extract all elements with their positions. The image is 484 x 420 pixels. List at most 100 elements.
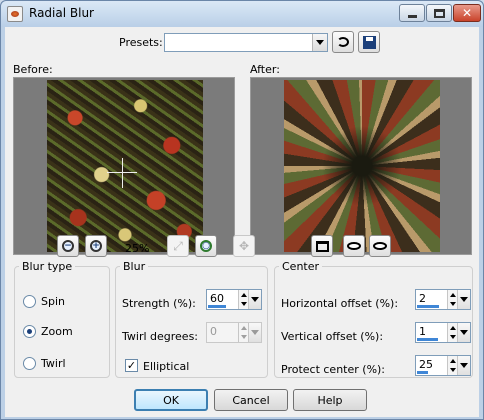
window-overlay-icon — [315, 240, 329, 252]
horizontal-offset-stepper[interactable] — [447, 290, 457, 309]
horizontal-offset-value: 2 — [419, 292, 426, 305]
vertical-offset-slider-fill — [417, 338, 438, 341]
arrow-up-icon[interactable] — [449, 325, 456, 330]
blur-group: Blur Strength (%): 60 Twirl degrees: 0 ✓… — [115, 260, 268, 378]
radio-twirl-circle[interactable] — [23, 357, 36, 370]
presets-dropdown[interactable] — [164, 33, 328, 52]
maximize-icon — [433, 8, 445, 18]
presets-label: Presets: — [119, 36, 163, 49]
radio-twirl[interactable]: Twirl — [23, 357, 66, 370]
elliptical-label: Elliptical — [143, 360, 190, 373]
radio-spin-circle[interactable] — [23, 295, 36, 308]
navigate-button[interactable]: ✥ — [233, 235, 255, 257]
dialog-body: Presets: Before: After: − + 25% ⤢ ○ ✥ Bl… — [5, 27, 479, 417]
center-crosshair-vertical — [122, 158, 123, 188]
arrow-up-icon[interactable] — [240, 325, 247, 330]
twirl-degrees-stepper[interactable] — [238, 323, 248, 342]
horizontal-offset-slider-fill — [417, 305, 439, 308]
center-group: Center Horizontal offset (%): 2 Vertical… — [274, 260, 473, 378]
arrow-up-icon[interactable] — [240, 292, 247, 297]
proof-button[interactable]: ○ — [195, 235, 217, 257]
protect-center-spinbox[interactable]: 25 — [415, 355, 471, 376]
floppy-save-icon — [362, 35, 376, 49]
twirl-degrees-spinbox[interactable]: 0 — [206, 322, 262, 343]
arrow-down-icon[interactable] — [449, 368, 456, 373]
twirl-degrees-value: 0 — [210, 325, 217, 338]
maximize-button[interactable] — [426, 4, 452, 22]
help-button[interactable]: Help — [293, 389, 367, 411]
chevron-down-icon — [460, 297, 468, 302]
radio-spin[interactable]: Spin — [23, 295, 65, 308]
chevron-down-icon — [316, 40, 324, 45]
protect-center-label: Protect center (%): — [281, 363, 386, 376]
cancel-button[interactable]: Cancel — [214, 389, 288, 411]
radial-blur-app-icon[interactable] — [7, 6, 23, 22]
chevron-down-icon — [460, 330, 468, 335]
blur-type-legend: Blur type — [22, 260, 73, 273]
zoom-in-button[interactable]: + — [85, 235, 107, 257]
strength-slider-fill — [208, 305, 226, 308]
horizontal-offset-dropdown[interactable] — [457, 290, 470, 309]
auto-proof-button[interactable] — [369, 235, 391, 257]
protect-center-slider-fill — [417, 371, 428, 374]
radio-zoom-circle[interactable] — [23, 325, 36, 338]
protect-center-value: 25 — [419, 358, 433, 371]
strength-slider-dropdown[interactable] — [248, 290, 261, 309]
ok-button[interactable]: OK — [134, 389, 208, 411]
before-image[interactable] — [47, 80, 203, 252]
twirl-degrees-label: Twirl degrees: — [122, 330, 199, 343]
chevron-down-icon — [460, 363, 468, 368]
minimize-icon — [407, 15, 417, 18]
arrow-up-icon[interactable] — [449, 292, 456, 297]
eye-icon — [347, 242, 361, 250]
vertical-offset-label: Vertical offset (%): — [281, 330, 384, 343]
proof-icon: ○ — [200, 240, 212, 252]
preview-overlay-button[interactable] — [311, 235, 333, 257]
close-icon: ✕ — [461, 6, 473, 20]
strength-stepper[interactable] — [238, 290, 248, 309]
reset-preset-button[interactable] — [332, 31, 354, 53]
preview-on-image-button[interactable] — [343, 235, 365, 257]
vertical-offset-value: 1 — [419, 325, 426, 338]
vertical-offset-stepper[interactable] — [447, 323, 457, 342]
title-bar[interactable]: Radial Blur ✕ — [1, 1, 483, 27]
strength-spinbox[interactable]: 60 — [206, 289, 262, 310]
zoom-level: 25% — [125, 242, 150, 255]
zoom-out-button[interactable]: − — [57, 235, 79, 257]
protect-center-dropdown[interactable] — [457, 356, 470, 375]
arrow-down-icon[interactable] — [240, 302, 247, 307]
arrow-up-icon[interactable] — [449, 358, 456, 363]
close-button[interactable]: ✕ — [453, 4, 481, 22]
zoom-out-icon: − — [62, 240, 74, 252]
twirl-degrees-dropdown[interactable] — [248, 323, 261, 342]
window-title: Radial Blur — [29, 6, 94, 20]
eye-lock-icon — [373, 242, 387, 250]
save-preset-button[interactable] — [358, 31, 380, 53]
elliptical-checkbox[interactable]: ✓ — [125, 359, 138, 372]
after-preview[interactable] — [250, 77, 472, 255]
before-preview[interactable] — [13, 77, 235, 255]
zoom-in-icon: + — [90, 240, 102, 252]
reset-arrow-icon — [337, 37, 349, 47]
move-icon: ✥ — [238, 239, 250, 253]
radial-blur-dialog: Radial Blur ✕ Presets: Before: After: − … — [0, 0, 484, 420]
radio-zoom[interactable]: Zoom — [23, 325, 73, 338]
after-label: After: — [250, 63, 280, 76]
protect-center-stepper[interactable] — [447, 356, 457, 375]
arrow-down-icon[interactable] — [449, 335, 456, 340]
arrow-down-icon[interactable] — [449, 302, 456, 307]
arrow-down-icon[interactable] — [240, 335, 247, 340]
horizontal-offset-spinbox[interactable]: 2 — [415, 289, 471, 310]
radio-zoom-label: Zoom — [41, 325, 73, 338]
zoom-to-fit-icon: ⤢ — [173, 238, 183, 253]
radio-spin-label: Spin — [41, 295, 65, 308]
zoom-to-fit-button[interactable]: ⤢ — [167, 235, 189, 257]
vertical-offset-spinbox[interactable]: 1 — [415, 322, 471, 343]
strength-value: 60 — [210, 292, 224, 305]
minimize-button[interactable] — [399, 4, 425, 22]
strength-label: Strength (%): — [122, 297, 196, 310]
vertical-offset-dropdown[interactable] — [457, 323, 470, 342]
before-label: Before: — [13, 63, 53, 76]
after-image — [284, 80, 440, 252]
presets-dropdown-arrow[interactable] — [312, 34, 327, 51]
